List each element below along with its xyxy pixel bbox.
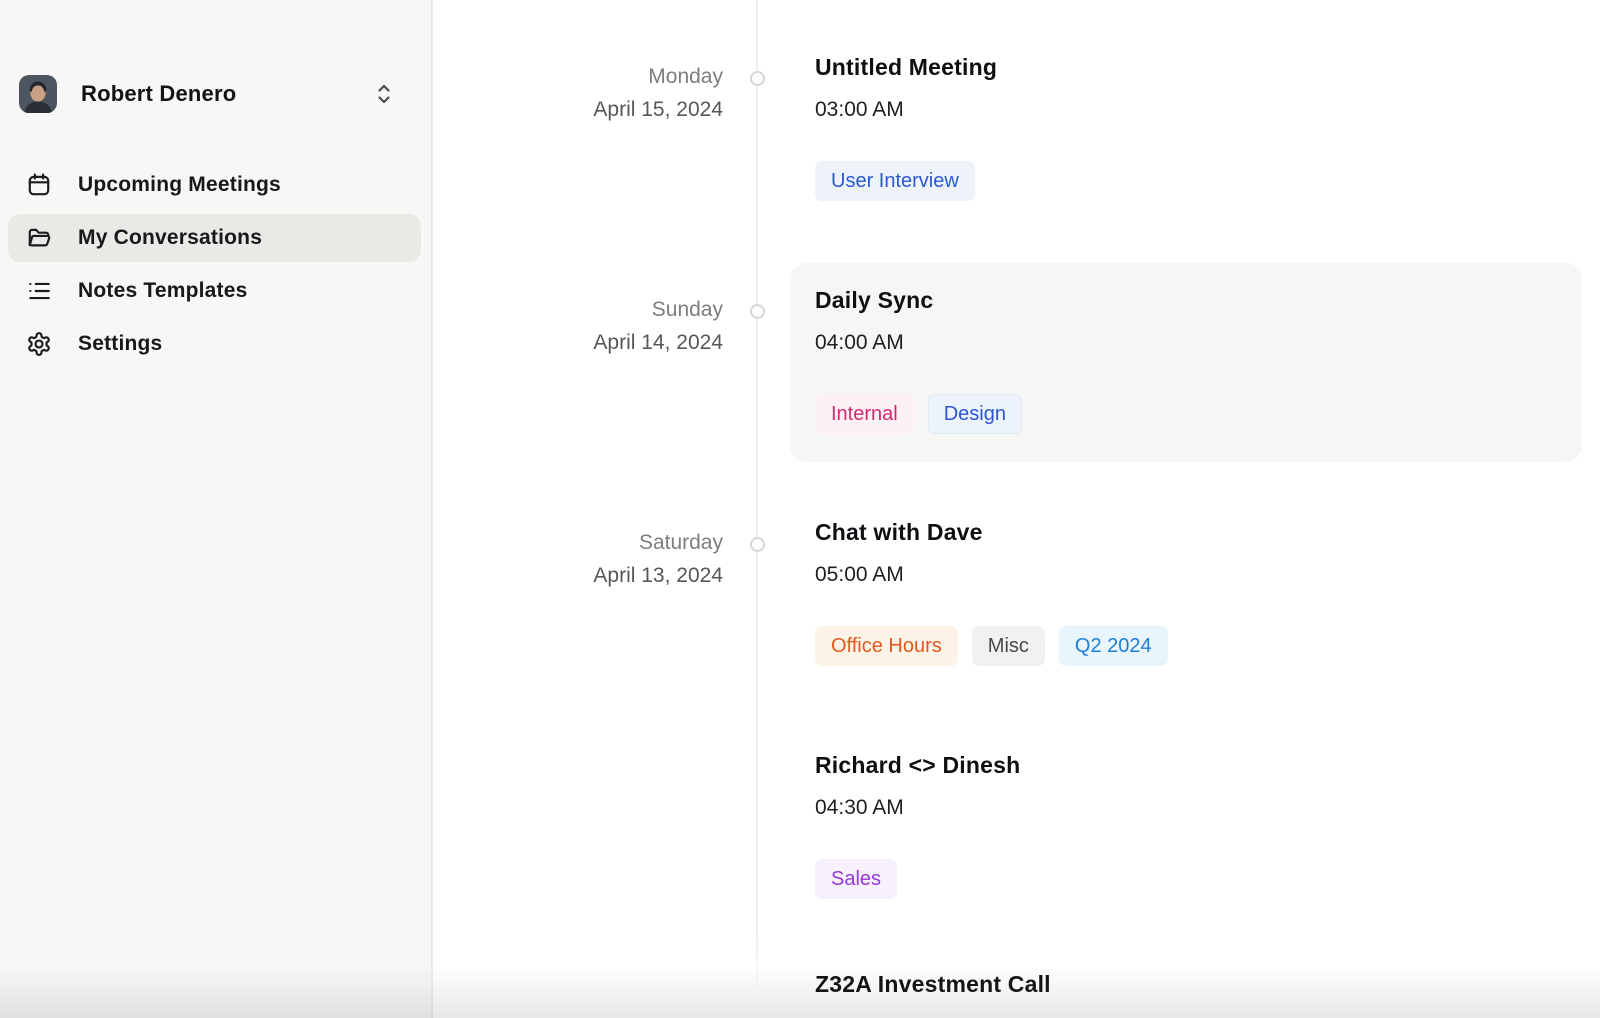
tag-row: Office Hours Misc Q2 2024 [815,626,1168,666]
meeting-time: 04:30 AM [815,796,1020,820]
timeline-dot [750,304,765,319]
meeting-title: Untitled Meeting [815,53,997,81]
meeting-entry[interactable]: Richard <> Dinesh 04:30 AM Sales [815,751,1020,899]
sidebar-item-label: Notes Templates [78,279,248,303]
sidebar-item-label: My Conversations [78,226,262,250]
conversations-timeline: Monday April 15, 2024 Sunday April 14, 2… [433,0,1600,1018]
meeting-title: Richard <> Dinesh [815,751,1020,779]
weekday-label: Monday [453,60,723,93]
meeting-entry-highlighted[interactable]: Daily Sync 04:00 AM Internal Design [790,263,1582,462]
sidebar-item-my-conversations[interactable]: My Conversations [8,214,421,262]
meeting-time: 03:00 AM [815,98,997,122]
list-icon [26,278,52,304]
timeline-dot [750,71,765,86]
gear-icon [26,331,52,357]
weekday-label: Saturday [453,526,723,559]
meeting-title: Daily Sync [815,286,1557,314]
date-label: April 15, 2024 [453,93,723,126]
date-label: April 13, 2024 [453,559,723,592]
meeting-time: 05:00 AM [815,563,1168,587]
tag-row: User Interview [815,161,997,201]
date-group: Saturday April 13, 2024 [453,526,723,592]
meeting-time: 04:00 AM [815,331,1557,355]
date-group: Monday April 15, 2024 [453,60,723,126]
meeting-entry[interactable]: Chat with Dave 05:00 AM Office Hours Mis… [815,518,1168,666]
timeline-line [756,0,758,1000]
sidebar-item-label: Settings [78,332,162,356]
tag-q2-2024[interactable]: Q2 2024 [1059,626,1168,666]
date-group: Sunday April 14, 2024 [453,293,723,359]
sidebar: Robert Denero Upcoming Meet [0,0,433,1018]
meeting-entry[interactable]: Untitled Meeting 03:00 AM User Interview [815,53,997,201]
tag-user-interview[interactable]: User Interview [815,161,975,201]
sidebar-item-label: Upcoming Meetings [78,173,281,197]
tag-internal[interactable]: Internal [815,394,914,434]
sidebar-item-notes-templates[interactable]: Notes Templates [8,267,421,315]
meeting-title: Chat with Dave [815,518,1168,546]
meeting-title: Z32A Investment Call [815,970,1051,998]
avatar [19,75,57,113]
tag-row: Sales [815,859,1020,899]
sidebar-nav: Upcoming Meetings My Conversations [8,161,421,373]
tag-row: Internal Design [815,394,1557,434]
tag-office-hours[interactable]: Office Hours [815,626,958,666]
calendar-icon [26,172,52,198]
weekday-label: Sunday [453,293,723,326]
tag-misc[interactable]: Misc [972,626,1045,666]
timeline-dot [750,537,765,552]
sidebar-item-settings[interactable]: Settings [8,320,421,368]
folder-icon [26,225,52,251]
user-profile-switcher[interactable]: Robert Denero [19,70,415,118]
user-name: Robert Denero [81,81,375,107]
date-label: April 14, 2024 [453,326,723,359]
tag-design[interactable]: Design [928,394,1022,434]
tag-sales[interactable]: Sales [815,859,897,899]
sidebar-item-upcoming-meetings[interactable]: Upcoming Meetings [8,161,421,209]
chevron-updown-icon [375,81,393,107]
meeting-notes-app: Robert Denero Upcoming Meet [0,0,1600,1018]
meeting-entry[interactable]: Z32A Investment Call [815,970,1051,1015]
